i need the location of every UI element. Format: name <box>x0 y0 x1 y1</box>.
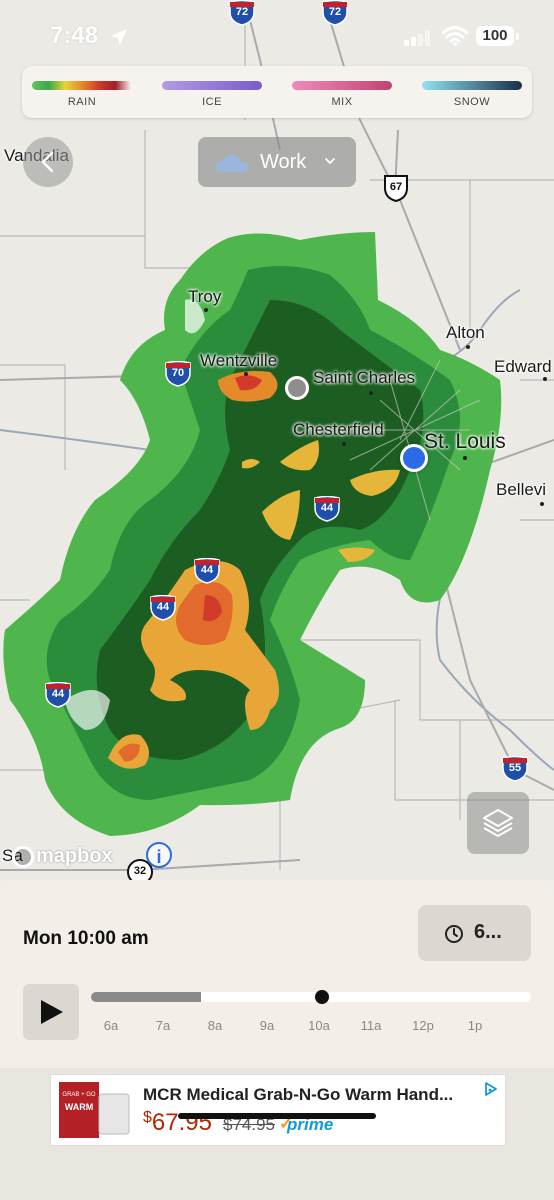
legend-label-mix: MIX <box>331 96 353 108</box>
legend-item-rain: RAIN <box>32 81 132 111</box>
timeline-tick-label: 1p <box>467 1018 483 1033</box>
legend-bar-rain <box>32 81 132 90</box>
ad-product-image: GRAB + GO WARM <box>57 1080 137 1140</box>
city-label-troy: Troy <box>188 287 222 306</box>
timeline-tick-label: 8a <box>207 1018 223 1033</box>
cellular-signal-icon <box>404 30 430 46</box>
home-indicator <box>178 1113 376 1119</box>
current-location-marker[interactable] <box>400 444 428 472</box>
interstate-shield: 55 <box>501 755 529 782</box>
ad-banner[interactable]: GRAB + GO WARM MCR Medical Grab-N-Go War… <box>50 1074 506 1146</box>
timeline-tick-label: 11a <box>360 1018 382 1033</box>
legend-item-snow: SNOW <box>422 81 522 111</box>
attribution-info-icon[interactable]: i <box>146 842 172 868</box>
legend-label-rain: RAIN <box>67 96 97 108</box>
back-button[interactable] <box>23 137 73 187</box>
playback-speed-button[interactable]: 6... <box>418 905 531 961</box>
play-icon <box>41 1000 63 1024</box>
ad-image-text: WARM <box>64 1102 94 1112</box>
legend-item-ice: ICE <box>162 81 262 111</box>
chevron-down-icon <box>325 158 335 165</box>
interstate-shield: 44 <box>313 495 341 522</box>
timeline-ticks: 6a 7a 8a 9a 10a 11a 12p 1p <box>91 1018 531 1038</box>
city-label-chesterfield: Chesterfield <box>293 420 384 439</box>
timeline-tick-label: 9a <box>259 1018 275 1033</box>
city-label-edwardsville: Edward <box>494 357 552 376</box>
interstate-shield: 70 <box>164 360 192 387</box>
city-dot <box>204 308 208 312</box>
location-arrow-icon <box>111 29 127 45</box>
city-label-belleville: Bellevi <box>496 480 547 499</box>
timeline-thumb[interactable] <box>315 990 329 1004</box>
interstate-shield: 44 <box>149 594 177 621</box>
precipitation-legend: RAIN ICE MIX SNOW <box>22 66 532 118</box>
city-dot <box>543 377 547 381</box>
city-dot <box>540 502 544 506</box>
legend-bar-ice <box>162 81 262 90</box>
timeline-scrubber[interactable] <box>91 990 531 1004</box>
us-route-shield: 67 <box>382 174 410 203</box>
timeline-panel: Mon 10:00 am 6... 6a 7a 8a 9a 10a 11a 12p 1p <box>0 880 554 1068</box>
cloud-icon <box>215 154 248 172</box>
timeline-tick-label: 12p <box>412 1018 434 1033</box>
mapbox-logo: mapbox <box>12 845 113 868</box>
city-dot <box>466 345 470 349</box>
wifi-icon <box>442 26 468 46</box>
interstate-shield: 44 <box>44 681 72 708</box>
work-location-marker[interactable] <box>285 376 309 400</box>
status-time: 7:48 <box>50 22 99 49</box>
legend-bar-mix <box>292 81 392 90</box>
timeline-tick-label: 6a <box>103 1018 119 1033</box>
playback-speed-label: 6... <box>474 921 502 943</box>
legend-bar-snow <box>422 81 522 90</box>
city-label-alton: Alton <box>446 323 485 342</box>
chevron-left-icon <box>41 151 54 173</box>
adchoices-icon[interactable] <box>483 1081 499 1097</box>
mapbox-mark-icon <box>12 845 34 868</box>
play-button[interactable] <box>23 984 79 1040</box>
clock-icon <box>445 925 463 943</box>
timeline-played-range <box>91 992 201 1002</box>
radar-map[interactable]: Vandalia Troy Alton Edward Wentzville Sa… <box>0 0 554 880</box>
battery-indicator: 100 <box>476 26 514 46</box>
map-layers-button[interactable] <box>467 792 529 854</box>
status-bar: 7:48 100 <box>0 0 554 70</box>
radar-overlay <box>3 232 502 836</box>
current-forecast-time: Mon 10:00 am <box>23 928 149 949</box>
location-label: Work <box>260 151 307 173</box>
interstate-shield: 44 <box>193 557 221 584</box>
timeline-tick-label: 10a <box>308 1018 330 1033</box>
battery-tip <box>516 33 519 40</box>
city-dot <box>244 372 248 376</box>
legend-label-snow: SNOW <box>453 96 491 108</box>
ad-banner-area: GRAB + GO WARM MCR Medical Grab-N-Go War… <box>0 1068 554 1200</box>
city-dot <box>342 442 346 446</box>
city-label-st-louis: St. Louis <box>424 430 506 453</box>
ad-title[interactable]: MCR Medical Grab-N-Go Warm Hand... <box>143 1085 453 1105</box>
city-label-wentzville: Wentzville <box>200 351 278 370</box>
city-label-saint-charles: Saint Charles <box>313 368 416 387</box>
timeline-tick-label: 7a <box>155 1018 171 1033</box>
location-selector-button[interactable]: Work <box>198 137 356 187</box>
city-dot <box>463 456 467 460</box>
city-dot <box>369 391 373 395</box>
layers-icon <box>483 809 513 837</box>
legend-item-mix: MIX <box>292 81 392 111</box>
legend-label-ice: ICE <box>202 96 222 108</box>
ad-image-text: GRAB + GO <box>62 1092 96 1098</box>
